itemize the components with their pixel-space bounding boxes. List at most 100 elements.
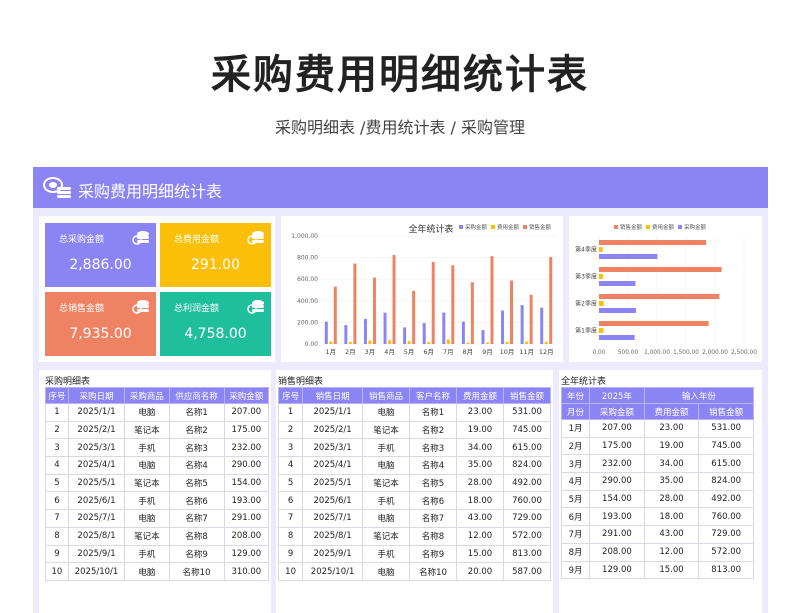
table-cell: 129.00 [223, 544, 270, 564]
bar-fee [388, 340, 392, 344]
bar-purchase [324, 321, 328, 344]
column-header: 采购金额 [589, 403, 645, 420]
table-cell: 207.00 [589, 419, 645, 438]
table-cell: 名称5 [168, 473, 225, 493]
bar-purchase [540, 307, 544, 344]
table-cell: 名称3 [409, 438, 457, 458]
x-tick-label: 8月 [463, 348, 474, 356]
y-tick-label: 1,000.00 [291, 233, 318, 240]
column-header: 客户名称 [409, 387, 457, 404]
stat-card-fee: 总费用金额 291.00 [160, 223, 271, 287]
table-cell: 193.00 [589, 507, 645, 527]
table-cell: 2025/10/1 [67, 562, 126, 581]
table-cell: 6 [277, 491, 304, 511]
purchase-table-title: 采购明细表 [45, 377, 91, 387]
table-cell: 2025/7/1 [302, 509, 364, 528]
bar-sales [529, 294, 533, 344]
table-cell: 电脑 [362, 403, 410, 422]
y-tick-label: 0.00 [305, 341, 319, 348]
table-cell: 5月 [560, 489, 591, 509]
table-cell: 名称4 [409, 456, 457, 475]
table-cell: 35.00 [455, 456, 504, 475]
coins-icon [247, 300, 264, 314]
bar-sales [599, 321, 709, 326]
table-row: 1 2025/1/1 电脑 名称1 23.00 531.00 [277, 403, 552, 422]
table-cell: 手机 [362, 544, 410, 564]
bar-sales [510, 280, 514, 344]
x-tick-label: 10月 [500, 348, 515, 356]
column-header: 月份 [560, 403, 591, 420]
table-cell: 9月 [560, 560, 591, 580]
x-tick-label: 1月 [325, 348, 336, 356]
y-tick-label: 800.00 [297, 255, 318, 262]
table-cell: 2025/9/1 [67, 544, 126, 564]
x-tick-label: 2,500.00 [731, 350, 757, 356]
bar-purchase [422, 323, 426, 344]
table-row: 7 2025/7/1 电脑 名称7 43.00 729.00 [277, 509, 552, 528]
table-cell: 2025/7/1 [67, 509, 126, 528]
bar-fee [466, 342, 470, 344]
bar-fee [348, 341, 352, 344]
table-cell: 729.00 [698, 525, 754, 544]
bar-sales [392, 255, 396, 344]
bar-fee [599, 328, 604, 333]
table-cell: 154.00 [589, 489, 645, 509]
bar-purchase [599, 281, 636, 286]
bar-purchase [442, 312, 446, 344]
legend-label: 销售金额 [529, 223, 552, 231]
table-cell: 232.00 [223, 438, 270, 458]
bar-fee [599, 247, 603, 252]
table-row: 3 2025/3/1 手机 名称3 34.00 615.00 [277, 438, 552, 458]
table-cell: 2 [277, 420, 304, 440]
table-cell: 2025/5/1 [67, 473, 126, 493]
table-cell: 6 [45, 491, 69, 511]
table-cell: 笔记本 [124, 473, 170, 493]
legend-label: 采购金额 [465, 223, 488, 231]
table-cell: 290.00 [589, 472, 645, 491]
dashboard-panel: 采购费用明细统计表 总采购金额 2,886.00 总费用金额 291.00 总销… [33, 167, 768, 613]
table-cell: 2025/6/1 [67, 491, 126, 511]
bar-fee [599, 274, 604, 279]
stat-value: 291.00 [191, 257, 240, 273]
table-cell: 2025/4/1 [302, 456, 364, 475]
column-header: 采购日期 [67, 387, 126, 404]
bar-sales [431, 261, 435, 344]
table-cell: 34.00 [643, 454, 700, 474]
table-row: 2 2025/2/1 笔记本 名称2 175.00 [45, 420, 270, 440]
table-cell: 2 [45, 420, 69, 440]
x-tick-label: 2月 [345, 348, 356, 356]
bar-sales [451, 265, 455, 344]
table-cell: 824.00 [698, 472, 754, 491]
table-cell: 2025/5/1 [302, 473, 364, 493]
table-cell: 28.00 [455, 473, 504, 493]
table-cell: 291.00 [223, 509, 270, 528]
year-value[interactable]: 2025年 [589, 387, 645, 404]
table-row: 9月 129.00 15.00 813.00 [560, 560, 754, 580]
legend-swatch [523, 225, 527, 229]
table-cell: 492.00 [698, 489, 754, 509]
table-cell: 7 [277, 509, 304, 528]
stat-label: 总利润金额 [174, 304, 220, 314]
table-cell: 4 [45, 456, 69, 475]
bar-fee [368, 340, 372, 344]
bar-sales [599, 240, 707, 245]
coins-icon [132, 300, 149, 314]
y-tick-label: 第1季度 [575, 327, 597, 335]
table-cell: 名称7 [409, 509, 457, 528]
y-tick-label: 第2季度 [575, 300, 597, 308]
x-tick-label: 1,500.00 [673, 350, 699, 356]
table-cell: 572.00 [502, 526, 552, 546]
table-cell: 名称7 [168, 509, 225, 528]
table-cell: 572.00 [698, 542, 754, 562]
table-row: 4 2025/4/1 电脑 名称4 290.00 [45, 456, 270, 475]
bar-fee [446, 339, 450, 344]
column-header: 序号 [45, 387, 69, 404]
bar-fee [525, 341, 529, 344]
table-cell: 名称2 [168, 420, 225, 440]
table-cell: 531.00 [502, 403, 552, 422]
table-row: 4 2025/4/1 电脑 名称4 35.00 824.00 [277, 456, 552, 475]
table-cell: 8 [277, 526, 304, 546]
table-cell: 2025/1/1 [67, 403, 126, 422]
table-cell: 18.00 [643, 507, 700, 527]
column-header: 销售金额 [698, 403, 754, 420]
